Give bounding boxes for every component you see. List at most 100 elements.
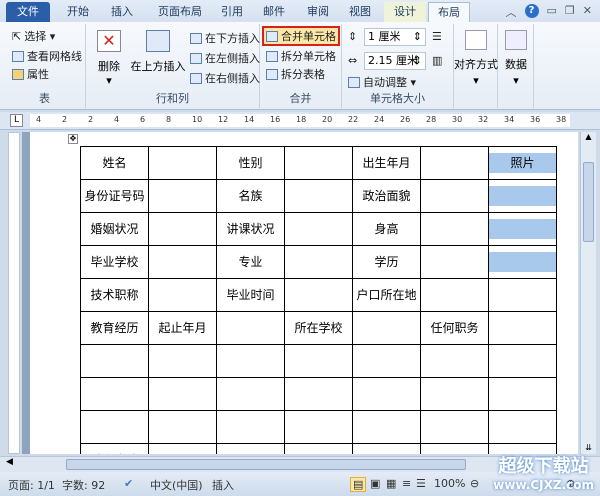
table-cell[interactable] [352, 443, 421, 454]
table-cell[interactable] [148, 179, 217, 213]
draft-view-icon[interactable]: ☰ [416, 477, 426, 490]
table-cell[interactable] [216, 410, 285, 444]
tab-references[interactable]: 引用 [214, 2, 250, 22]
table-cell[interactable] [420, 410, 489, 444]
table-cell[interactable] [80, 377, 149, 411]
zoom-level[interactable]: 100% [434, 477, 465, 490]
table-cell[interactable] [148, 245, 217, 279]
tab-file[interactable]: 文件 [6, 2, 50, 22]
select-button[interactable]: ⇱ 选择 ▾ [12, 28, 55, 44]
table-cell[interactable] [284, 278, 353, 312]
tab-mailings[interactable]: 邮件 [256, 2, 292, 22]
table-cell[interactable] [420, 146, 489, 180]
table-cell[interactable]: 技术职称 [80, 278, 149, 312]
table-cell[interactable] [420, 278, 489, 312]
help-icon[interactable]: ? [524, 4, 539, 18]
table-cell[interactable]: 名族 [216, 179, 285, 213]
table-cell[interactable]: 姓名 [80, 146, 149, 180]
insert-above-button[interactable]: 在上方插入 [130, 30, 186, 74]
table-cell[interactable] [420, 344, 489, 378]
scroll-left-icon[interactable]: ◀ [6, 457, 13, 467]
table-cell[interactable] [352, 311, 421, 345]
table-cell[interactable] [488, 245, 557, 279]
proofing-icon[interactable]: ✔ [124, 477, 133, 490]
table-cell[interactable] [148, 146, 217, 180]
table-cell[interactable]: 身高 [352, 212, 421, 246]
vertical-scroll-thumb[interactable] [583, 162, 594, 242]
table-cell[interactable] [148, 377, 217, 411]
table-cell[interactable]: 照片 [488, 146, 557, 180]
table-cell[interactable] [488, 212, 557, 246]
table-cell[interactable] [488, 278, 557, 312]
table-cell[interactable]: 学历 [352, 245, 421, 279]
table-cell[interactable] [284, 443, 353, 454]
table-cell[interactable]: 户口所在地 [352, 278, 421, 312]
table-cell[interactable] [284, 377, 353, 411]
row-height-input[interactable]: 1 厘米 ⇕ [364, 28, 426, 46]
table-cell[interactable] [420, 377, 489, 411]
table-cell[interactable] [284, 212, 353, 246]
table-cell[interactable]: 出生年月 [352, 146, 421, 180]
table-cell[interactable] [216, 377, 285, 411]
scroll-up-icon[interactable]: ▲ [581, 132, 596, 141]
table-cell[interactable]: 教育经历 [80, 311, 149, 345]
full-screen-view-icon[interactable]: ▣ [370, 477, 380, 490]
table-cell[interactable] [148, 278, 217, 312]
table-cell[interactable]: 政治面貌 [352, 179, 421, 213]
view-gridlines-button[interactable]: 查看网格线 [12, 48, 82, 64]
table-cell[interactable]: 毕业时间 [216, 278, 285, 312]
outline-view-icon[interactable]: ≡ [402, 477, 411, 490]
table-cell[interactable] [284, 410, 353, 444]
tab-design[interactable]: 设计 [384, 2, 426, 22]
insert-right-button[interactable]: 在右侧插入 [190, 70, 260, 86]
alignment-button[interactable]: 对齐方式 ▾ [454, 24, 498, 108]
table-cell[interactable] [284, 179, 353, 213]
table-cell[interactable] [284, 146, 353, 180]
table-cell[interactable] [488, 311, 557, 345]
table-cell[interactable] [284, 344, 353, 378]
tab-layout[interactable]: 布局 [428, 2, 470, 22]
data-button[interactable]: 数据 ▾ [498, 24, 534, 108]
table-cell[interactable] [148, 443, 217, 454]
minimize-icon[interactable]: ▭ [547, 4, 557, 20]
tab-review[interactable]: 审阅 [300, 2, 336, 22]
horizontal-ruler[interactable]: L 4 2 2 4 6 8 10 12 14 16 18 20 22 24 26 28 30 32 34 36 38 [0, 112, 600, 130]
merge-cells-button[interactable]: 合并单元格 [262, 26, 340, 46]
table-cell[interactable] [420, 443, 489, 454]
table-cell[interactable] [148, 344, 217, 378]
table-cell[interactable] [420, 245, 489, 279]
restore-icon[interactable]: ❐ [565, 4, 575, 20]
minimize-ribbon-icon[interactable]: ︿ [506, 4, 517, 20]
table-move-handle-icon[interactable]: ✥ [68, 134, 78, 144]
web-layout-view-icon[interactable]: ▦ [386, 477, 396, 490]
table-cell[interactable] [216, 344, 285, 378]
table-cell[interactable] [80, 344, 149, 378]
delete-button[interactable]: ✕ 删除 ▾ [92, 30, 126, 87]
column-width-input[interactable]: 2.15 厘米 ⇕ [364, 52, 426, 70]
table-cell[interactable] [488, 344, 557, 378]
table-cell[interactable] [488, 179, 557, 213]
insert-below-button[interactable]: 在下方插入 [190, 30, 260, 46]
table-cell[interactable]: 婚姻状况 [80, 212, 149, 246]
table-cell[interactable]: 身份证号码 [80, 179, 149, 213]
next-page-icon[interactable]: ⇊ [581, 443, 596, 452]
properties-button[interactable]: 属性 [12, 66, 49, 82]
table-cell[interactable]: 所在学校 [284, 311, 353, 345]
close-icon[interactable]: ✕ [583, 4, 592, 20]
insert-left-button[interactable]: 在左侧插入 [190, 50, 260, 66]
table-cell[interactable] [352, 344, 421, 378]
table-cell[interactable]: 讲课状况 [216, 212, 285, 246]
table-cell[interactable] [420, 179, 489, 213]
table-cell[interactable] [148, 212, 217, 246]
table-cell[interactable] [488, 377, 557, 411]
distribute-columns-icon[interactable]: ▥ [432, 54, 442, 67]
word-count[interactable]: 字数: 92 [62, 477, 105, 493]
table-cell[interactable]: 毕业学校 [80, 245, 149, 279]
table-cell[interactable] [352, 377, 421, 411]
insert-mode[interactable]: 插入 [212, 477, 234, 493]
tab-selector-icon[interactable]: L [10, 114, 23, 127]
table-cell[interactable]: 性别 [216, 146, 285, 180]
vertical-scrollbar[interactable]: ▲ ⇊ [580, 132, 596, 454]
table-cell[interactable] [80, 410, 149, 444]
table-cell[interactable]: 起止年月 [148, 311, 217, 345]
